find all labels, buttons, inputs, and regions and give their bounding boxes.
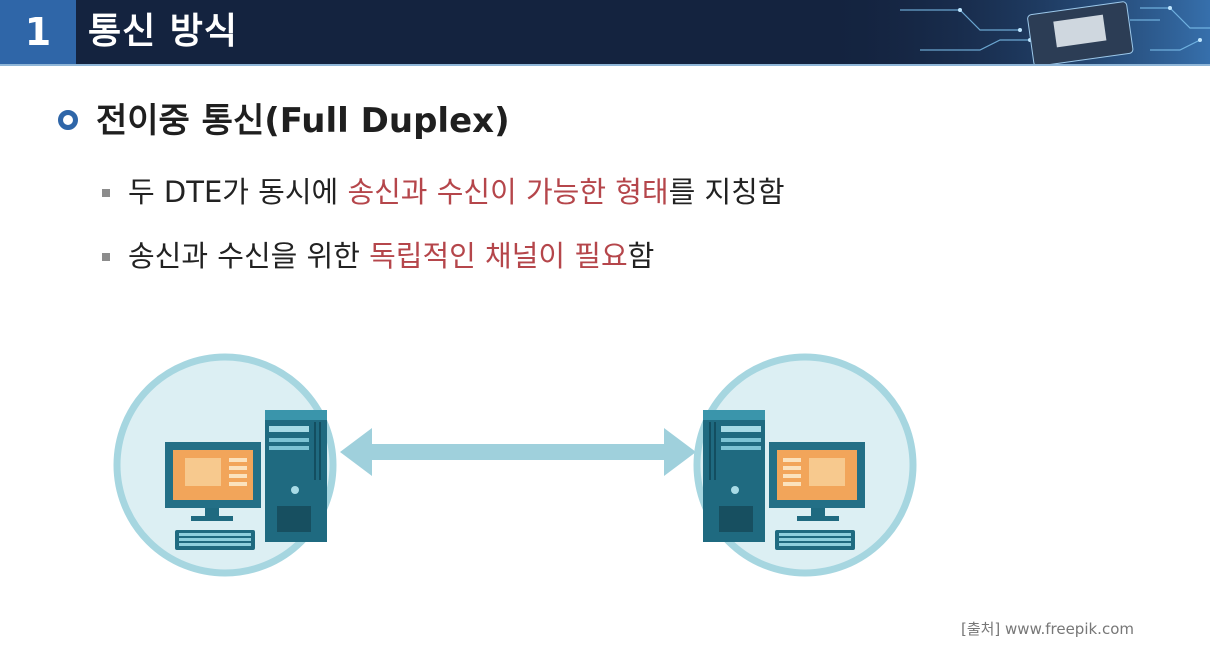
bullet-highlight: 송신과 수신이 가능한 형태	[347, 175, 669, 209]
page-title: 통신 방식	[88, 11, 239, 52]
slide-header: 1 통신 방식	[0, 0, 1210, 64]
bullet-item: 송신과 수신을 위한 독립적인 채널이 필요함	[128, 236, 654, 276]
ring-bullet-icon	[58, 110, 78, 130]
computer-icon	[693, 353, 917, 577]
computer-icon	[113, 353, 337, 577]
bullet-text: 를 지칭함	[668, 175, 785, 209]
bullet-text: 함	[627, 239, 655, 273]
bullet-item: 두 DTE가 동시에 송신과 수신이 가능한 형태를 지칭함	[128, 172, 785, 212]
square-bullet-icon	[102, 189, 110, 197]
section-number: 1	[24, 10, 52, 54]
bullet-text: 두 DTE가 동시에	[128, 175, 348, 209]
section-heading: 전이중 통신(Full Duplex)	[96, 101, 510, 141]
bullet-highlight: 독립적인 채널이 필요	[369, 239, 628, 273]
source-credit: [출처] www.freepik.com	[960, 620, 1134, 638]
bullet-text: 송신과 수신을 위한	[128, 239, 370, 273]
double-arrow-icon	[340, 428, 696, 476]
full-duplex-diagram	[113, 353, 917, 577]
square-bullet-icon	[102, 253, 110, 261]
header-divider	[0, 64, 1210, 66]
